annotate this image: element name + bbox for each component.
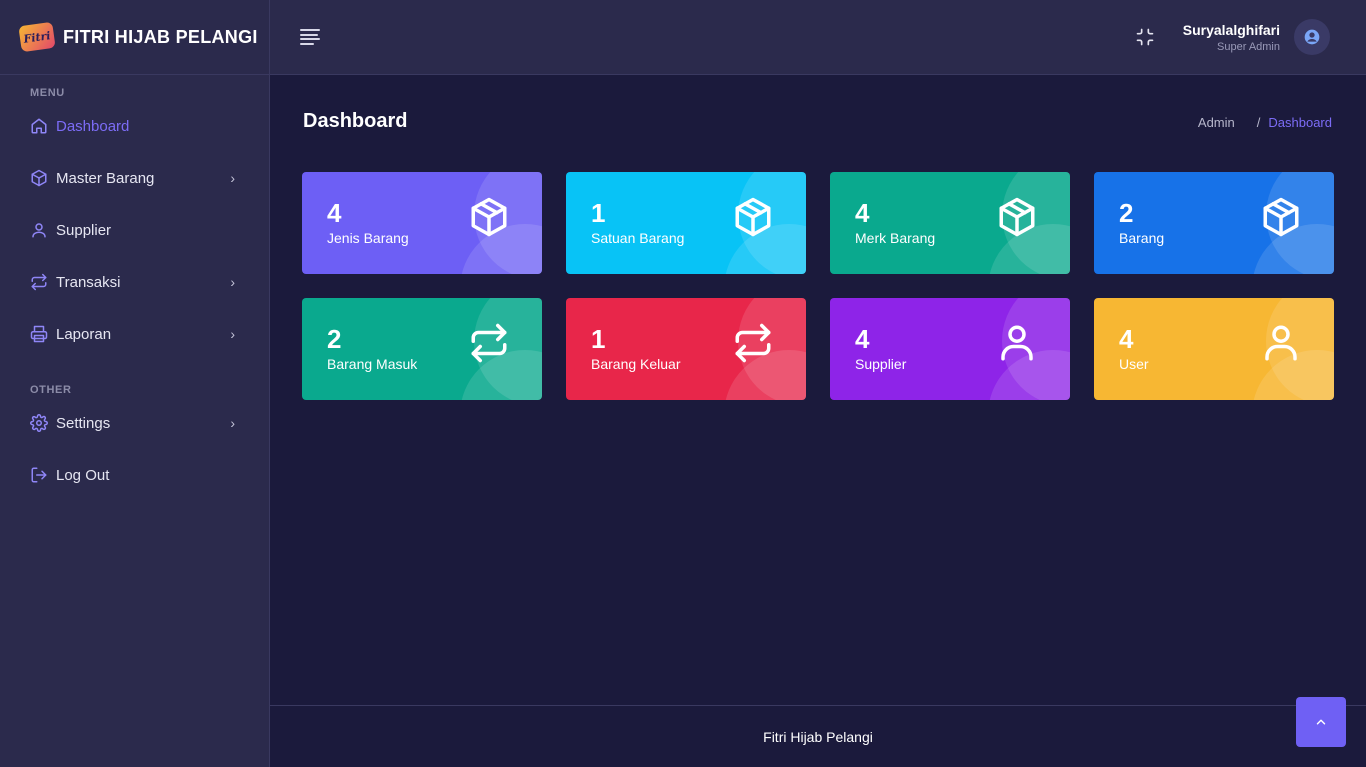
breadcrumb-current: Dashboard <box>1268 115 1332 130</box>
stat-card-value: 2 <box>327 324 342 354</box>
box-icon <box>30 169 48 187</box>
sidebar-item-label: Laporan <box>56 325 112 343</box>
stat-card-label: Barang <box>1119 230 1165 246</box>
box-icon <box>1263 197 1299 237</box>
sidebar-item-label: Supplier <box>56 221 112 239</box>
sidebar: Fitri FITRI HIJAB PELANGI MENU Dashboard… <box>0 0 270 767</box>
repeat-icon <box>30 273 48 291</box>
printer-icon <box>30 325 48 343</box>
sidebar-item-supplier[interactable]: Supplier <box>0 204 269 256</box>
chevron-right-icon: › <box>230 274 235 290</box>
sidebar-item-logout[interactable]: Log Out <box>0 449 269 501</box>
stats-cards: 4 Jenis Barang 1 Satuan Barang 4 Merk Ba… <box>302 172 1334 400</box>
sidebar-item-label: Log Out <box>56 466 110 484</box>
gear-icon <box>30 414 48 432</box>
stat-card-value: 4 <box>855 198 870 228</box>
sidebar-item-master-barang[interactable]: Master Barang › <box>0 152 269 204</box>
stat-card-value: 4 <box>855 324 870 354</box>
breadcrumb-separator: / <box>1256 115 1261 130</box>
brand-name: FITRI HIJAB PELANGI <box>63 26 258 47</box>
stat-card-label: Supplier <box>855 356 907 372</box>
box-icon <box>471 197 507 237</box>
stat-card-label: Jenis Barang <box>327 230 409 246</box>
sidebar-item-dashboard[interactable]: Dashboard <box>0 100 269 152</box>
menu-toggle-icon[interactable] <box>300 29 320 45</box>
sidebar-item-settings[interactable]: Settings › <box>0 397 269 449</box>
user-icon <box>1265 325 1297 361</box>
footer-text: Fitri Hijab Pelangi <box>763 728 873 745</box>
sidebar-item-label: Dashboard <box>56 117 130 135</box>
stat-card-barang[interactable]: 2 Barang <box>1094 172 1334 274</box>
user-name: Suryalalghifari <box>1182 21 1280 38</box>
exit-fullscreen-icon[interactable] <box>1135 27 1155 47</box>
page-title: Dashboard <box>303 110 408 132</box>
chevron-up-icon <box>1316 719 1326 725</box>
user-role: Super Admin <box>1217 40 1280 53</box>
avatar[interactable] <box>1294 19 1330 55</box>
footer: Fitri Hijab Pelangi <box>270 705 1366 767</box>
header-right: Suryalalghifari Super Admin <box>1135 19 1330 55</box>
chevron-right-icon: › <box>230 415 235 431</box>
stat-card-value: 4 <box>327 198 342 228</box>
chevron-right-icon: › <box>230 326 235 342</box>
home-icon <box>30 117 48 135</box>
user-info[interactable]: Suryalalghifari Super Admin <box>1183 22 1280 53</box>
brand-logo: Fitri <box>18 21 56 53</box>
stat-card-label: Merk Barang <box>855 230 936 246</box>
box-icon <box>999 197 1035 237</box>
menu-section-title: OTHER <box>30 384 72 396</box>
sidebar-item-transaksi[interactable]: Transaksi › <box>0 256 269 308</box>
stat-card-value: 1 <box>591 324 606 354</box>
sidebar-item-label: Transaksi <box>56 273 121 291</box>
breadcrumb-admin-link[interactable]: Admin <box>1198 115 1235 130</box>
repeat-icon <box>471 323 507 363</box>
stat-card-label: User <box>1119 356 1149 372</box>
box-icon <box>735 197 771 237</box>
stat-card-satuan-barang[interactable]: 1 Satuan Barang <box>566 172 806 274</box>
stat-card-value: 4 <box>1119 324 1134 354</box>
stat-card-value: 2 <box>1119 198 1134 228</box>
stat-card-label: Barang Masuk <box>327 356 418 372</box>
sidebar-item-label: Settings <box>56 414 111 432</box>
stat-card-user[interactable]: 4 User <box>1094 298 1334 400</box>
chevron-right-icon: › <box>230 170 235 186</box>
brand[interactable]: Fitri FITRI HIJAB PELANGI <box>0 0 269 75</box>
stat-card-supplier[interactable]: 4 Supplier <box>830 298 1070 400</box>
back-to-top-button[interactable] <box>1296 697 1346 747</box>
logout-icon <box>30 466 48 484</box>
stat-card-barang-keluar[interactable]: 1 Barang Keluar <box>566 298 806 400</box>
sidebar-item-laporan[interactable]: Laporan › <box>0 308 269 360</box>
top-header: Suryalalghifari Super Admin <box>270 0 1366 75</box>
repeat-icon <box>735 323 771 363</box>
stat-card-label: Barang Keluar <box>591 356 681 372</box>
stat-card-merk-barang[interactable]: 4 Merk Barang <box>830 172 1070 274</box>
breadcrumb: Admin / Dashboard <box>1198 115 1332 130</box>
user-icon <box>1001 325 1033 361</box>
stat-card-jenis-barang[interactable]: 4 Jenis Barang <box>302 172 542 274</box>
stat-card-value: 1 <box>591 198 606 228</box>
sidebar-item-label: Master Barang <box>56 169 155 187</box>
stat-card-barang-masuk[interactable]: 2 Barang Masuk <box>302 298 542 400</box>
menu-section-title: MENU <box>30 87 65 99</box>
user-avatar-icon <box>1304 29 1320 45</box>
stat-card-label: Satuan Barang <box>591 230 685 246</box>
user-icon <box>30 221 48 239</box>
